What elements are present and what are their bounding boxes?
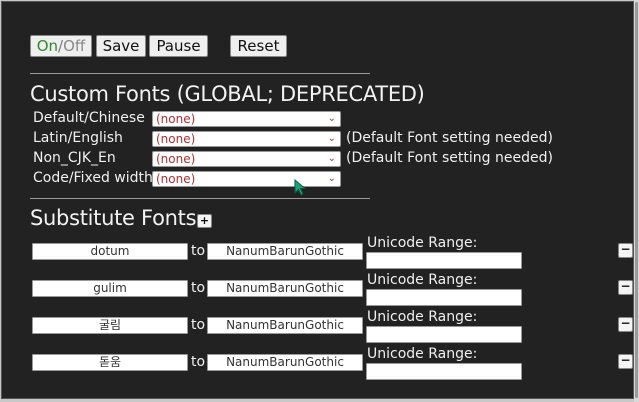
remove-substitute-button[interactable]: − (618, 354, 633, 369)
chevron-down-icon: ⌄ (327, 133, 336, 144)
font-select-non-cjk-en[interactable]: (none) ⌄ (152, 151, 341, 167)
latin-english-note: (Default Font setting needed) (346, 130, 553, 146)
scrollbar-thumb[interactable] (635, 2, 638, 398)
unicode-range-label: Unicode Range: (367, 235, 478, 251)
to-label: to (191, 243, 206, 259)
unicode-range-input[interactable] (366, 252, 522, 269)
chevron-down-icon: ⌄ (327, 153, 336, 164)
substitute-to-input[interactable]: NanumBarunGothic (207, 354, 363, 371)
custom-fonts-heading: Custom Fonts (GLOBAL; DEPRECATED) (30, 82, 425, 106)
unicode-range-input[interactable] (366, 289, 522, 306)
font-label-non-cjk-en: Non_CJK_En (33, 150, 116, 166)
scrollbar[interactable] (634, 0, 639, 402)
font-select-code-fixed-width[interactable]: (none) ⌄ (152, 171, 341, 187)
chevron-down-icon: ⌄ (327, 113, 336, 124)
substitute-from-input[interactable]: dotum (32, 243, 188, 260)
select-value: (none) (156, 132, 196, 146)
substitute-from-input[interactable]: gulim (32, 280, 188, 297)
substitute-to-input[interactable]: NanumBarunGothic (207, 317, 363, 334)
unicode-range-input[interactable] (366, 363, 522, 380)
substitute-to-input[interactable]: NanumBarunGothic (207, 243, 363, 260)
unicode-range-label: Unicode Range: (367, 272, 478, 288)
to-label: to (191, 354, 206, 370)
on-label: On (36, 37, 59, 55)
font-select-latin-english[interactable]: (none) ⌄ (152, 131, 341, 147)
to-label: to (191, 317, 206, 333)
font-label-latin-english: Latin/English (33, 130, 123, 146)
remove-substitute-button[interactable]: − (618, 280, 633, 295)
font-label-code-fixed-width: Code/Fixed width (33, 170, 153, 186)
font-select-default-chinese[interactable]: (none) ⌄ (152, 111, 341, 127)
substitute-fonts-heading: Substitute Fonts (30, 206, 197, 230)
pause-button[interactable]: Pause (149, 35, 208, 57)
unicode-range-input[interactable] (366, 326, 522, 343)
chevron-down-icon: ⌄ (327, 173, 336, 184)
substitute-from-input[interactable]: 굴림 (32, 317, 188, 334)
non-cjk-en-note: (Default Font setting needed) (346, 150, 553, 166)
select-value: (none) (156, 152, 196, 166)
save-button[interactable]: Save (96, 35, 146, 57)
on-off-toggle-button[interactable]: On / Off (30, 35, 92, 57)
substitute-to-input[interactable]: NanumBarunGothic (207, 280, 363, 297)
mouse-cursor-icon (294, 179, 307, 196)
reset-button[interactable]: Reset (230, 35, 287, 57)
unicode-range-label: Unicode Range: (367, 346, 478, 362)
font-label-default-chinese: Default/Chinese (33, 110, 145, 126)
remove-substitute-button[interactable]: − (618, 317, 633, 332)
select-value: (none) (156, 172, 196, 186)
unicode-range-label: Unicode Range: (367, 309, 478, 325)
to-label: to (191, 280, 206, 296)
substitute-from-input[interactable]: 돋움 (32, 354, 188, 371)
remove-substitute-button[interactable]: − (618, 243, 633, 258)
add-substitute-button[interactable]: + (197, 214, 212, 228)
divider-top (30, 73, 370, 74)
divider-middle (30, 198, 370, 199)
off-label: Off (63, 37, 86, 55)
select-value: (none) (156, 112, 196, 126)
options-panel: On / Off Save Pause Reset Custom Fonts (GL… (1, 1, 634, 399)
